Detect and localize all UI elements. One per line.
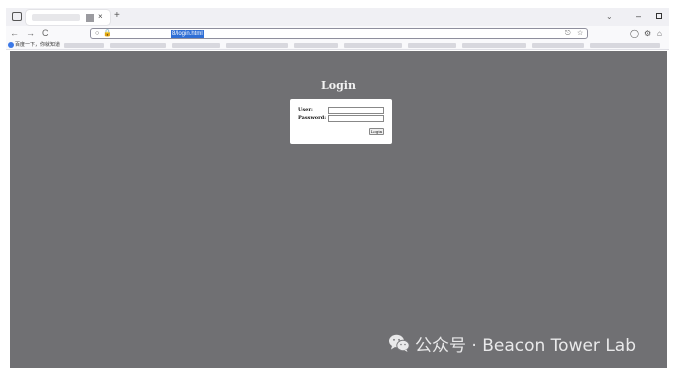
page-title: Login — [321, 79, 356, 92]
bookmark-blurred — [226, 43, 288, 48]
tab-title-blurred — [32, 14, 80, 21]
password-input[interactable] — [328, 115, 384, 122]
bookmark-blurred — [294, 43, 338, 48]
shield-icon[interactable]: ◯ — [630, 28, 639, 39]
address-bar[interactable]: ○ 🔒 8/login.html ⎋ ☆ — [90, 28, 588, 39]
login-button[interactable]: Login — [369, 128, 384, 135]
back-icon[interactable]: ← — [10, 27, 19, 39]
lock-icon[interactable]: 🔒 — [103, 29, 112, 39]
translate-icon[interactable]: ⎋ — [565, 29, 571, 39]
page-viewport: Login User: Password: Login — [10, 51, 667, 368]
extension-icon[interactable]: ⚙ — [644, 28, 651, 39]
baidu-icon — [8, 42, 14, 48]
bookmark-blurred — [408, 43, 456, 48]
minimize-icon[interactable]: – — [636, 9, 641, 23]
page-icon[interactable]: ○ — [95, 29, 99, 39]
login-form: User: Password: Login — [290, 99, 392, 144]
reload-icon[interactable]: C — [42, 27, 49, 39]
bookmark-blurred — [344, 43, 402, 48]
bookmark-baidu[interactable]: 百度一下，你就知道 — [15, 41, 60, 49]
bookmark-blurred — [462, 43, 526, 48]
watermark-text: 公众号 · Beacon Tower Lab — [415, 335, 637, 356]
user-input[interactable] — [328, 107, 384, 114]
close-tab-icon[interactable]: × — [98, 11, 103, 23]
browser-tab[interactable]: × — [26, 10, 110, 25]
watermark: 公众号 · Beacon Tower Lab — [388, 332, 637, 356]
bookmark-blurred — [590, 43, 660, 48]
maximize-icon[interactable] — [656, 13, 662, 19]
tab-strip: × + ⌄ – — [6, 8, 669, 26]
new-tab-icon[interactable]: + — [114, 9, 120, 23]
tab-favicon-icon — [86, 14, 94, 22]
tabs-chevron-icon[interactable]: ⌄ — [606, 10, 613, 24]
bookmark-blurred — [532, 43, 584, 48]
screenshot-frame: × + ⌄ – ← → C ○ 🔒 8/login.html ⎋ ☆ ◯ ⚙ ⌂… — [0, 0, 675, 377]
star-icon[interactable]: ☆ — [577, 29, 583, 39]
forward-icon[interactable]: → — [26, 27, 35, 39]
menu-icon[interactable]: ⌂ — [657, 28, 662, 39]
password-label: Password: — [298, 115, 327, 121]
address-url[interactable]: 8/login.html — [171, 30, 204, 38]
window-icon[interactable] — [12, 12, 22, 21]
bookmark-blurred — [172, 43, 220, 48]
navigation-bar: ← → C ○ 🔒 8/login.html ⎋ ☆ ◯ ⚙ ⌂ — [6, 26, 669, 41]
bookmarks-bar: 百度一下，你就知道 — [6, 41, 669, 50]
user-label: User: — [298, 107, 313, 113]
wechat-icon — [389, 334, 410, 352]
bookmark-blurred — [64, 43, 104, 48]
bookmark-blurred — [110, 43, 166, 48]
